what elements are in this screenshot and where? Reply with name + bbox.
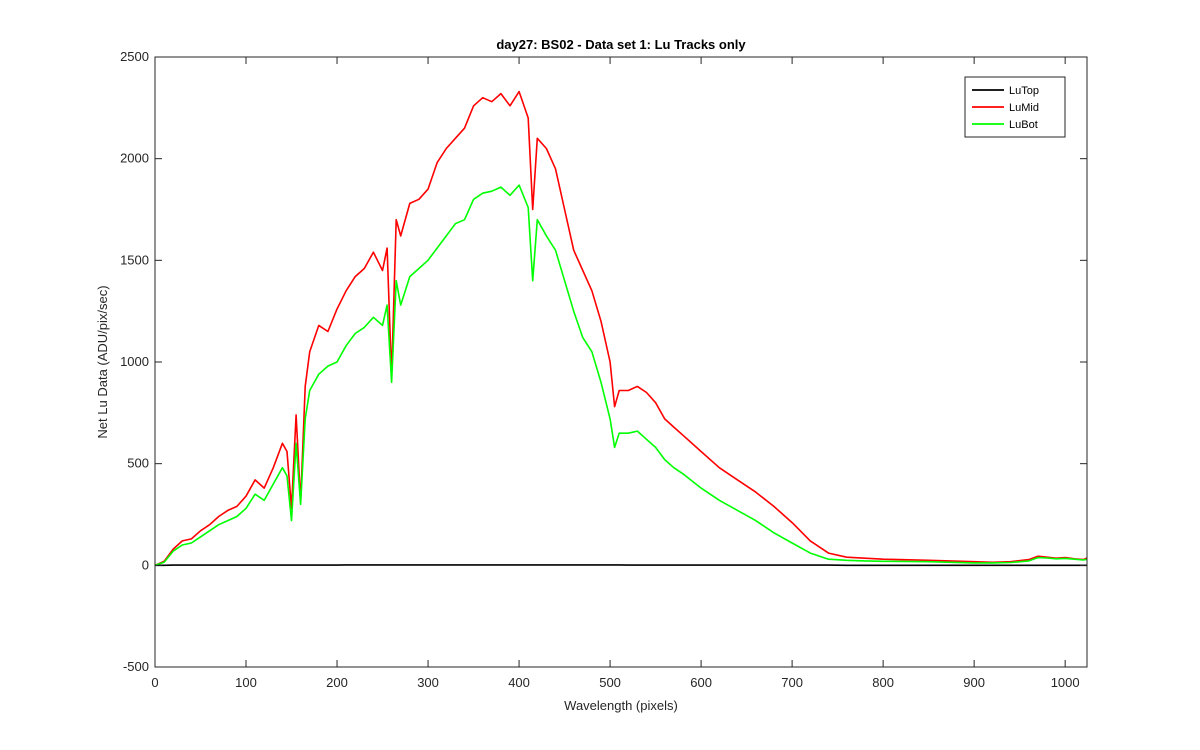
y-tick-label: 500	[127, 456, 149, 471]
x-axis-label: Wavelength (pixels)	[564, 698, 678, 713]
y-tick-label: 1500	[120, 252, 149, 267]
legend-label-lutop: LuTop	[1009, 85, 1039, 97]
chart: 0 100 200 300 400 500 600 700 800 900 1000 -500050…	[95, 37, 1088, 713]
y-tick-label: -500	[123, 659, 149, 674]
legend-label-lubot: LuBot	[1009, 119, 1038, 131]
y-axis-label: Net Lu Data (ADU/pix/sec)	[95, 285, 110, 438]
chart-title: day27: BS02 - Data set 1: Lu Tracks only	[496, 37, 746, 52]
x-tick-label: 100	[235, 675, 257, 690]
plot-background	[155, 57, 1087, 667]
y-tick-label: 1000	[120, 354, 149, 369]
legend-label-lumid: LuMid	[1009, 102, 1039, 114]
x-tick-label: 600	[690, 675, 712, 690]
x-tick-label: 500	[599, 675, 621, 690]
x-tick-label: 400	[508, 675, 530, 690]
y-tick-label: 2000	[120, 151, 149, 166]
y-tick-label: 2500	[120, 49, 149, 64]
x-tick-label: 700	[781, 675, 803, 690]
y-tick-label: 0	[142, 557, 149, 572]
x-tick-label: 1000	[1051, 675, 1080, 690]
x-tick-label: 800	[872, 675, 894, 690]
x-tick-label: 200	[326, 675, 348, 690]
x-tick-label: 0	[151, 675, 158, 690]
x-tick-label: 900	[963, 675, 985, 690]
x-tick-label: 300	[417, 675, 439, 690]
legend: LuTop LuMid LuBot	[964, 76, 1066, 138]
